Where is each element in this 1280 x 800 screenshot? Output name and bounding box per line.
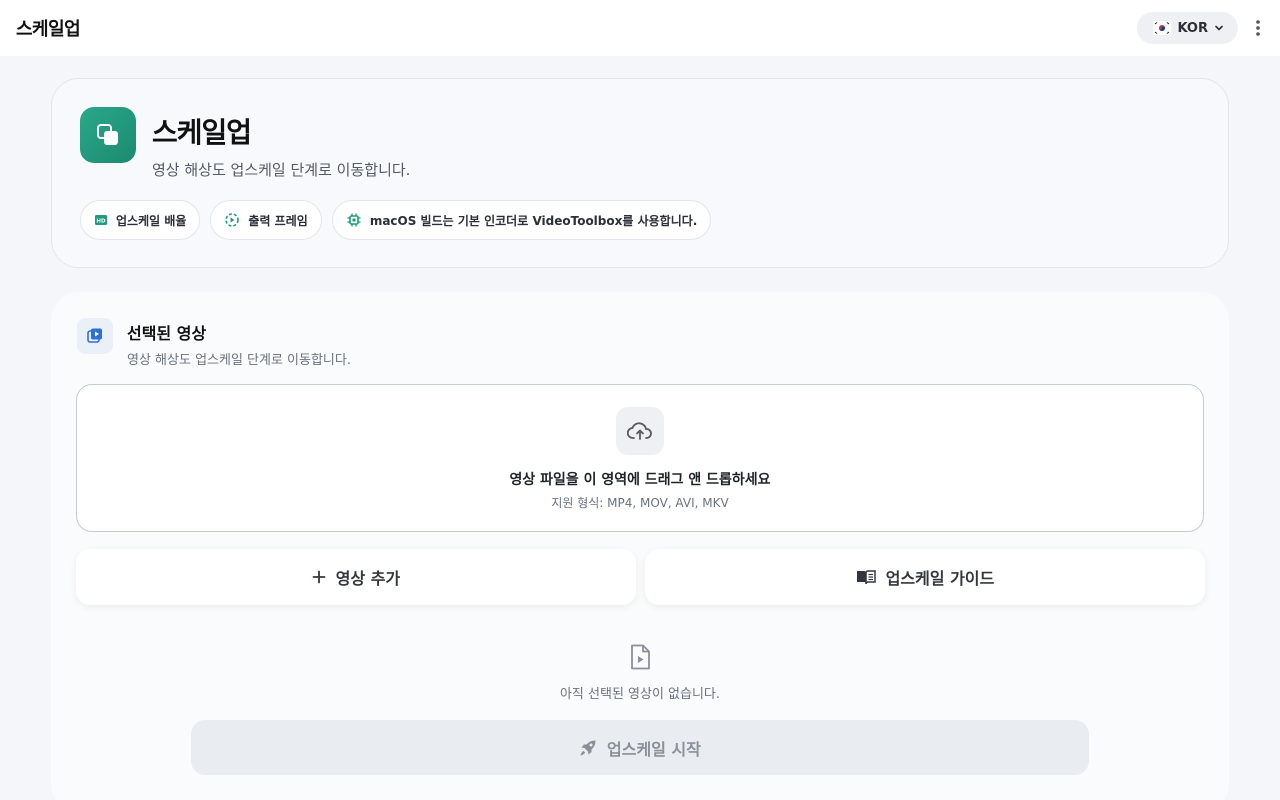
header-card: 스케일업 영상 해상도 업스케일 단계로 이동합니다. HD 업스케일 배율 출… <box>51 78 1229 268</box>
chip-label: 출력 프레임 <box>248 213 308 228</box>
korea-flag-icon <box>1153 21 1172 35</box>
language-selector[interactable]: KOR <box>1137 12 1238 44</box>
more-options-icon[interactable] <box>1248 12 1268 44</box>
chip-label: 업스케일 배율 <box>116 213 187 228</box>
dropzone-instruction: 영상 파일을 이 영역에 드래그 앤 드롭하세요 <box>509 472 771 488</box>
page-title: 스케일업 <box>152 116 252 149</box>
video-library-icon <box>77 318 113 354</box>
supported-formats: 지원 형식: MP4, MOV, AVI, MKV <box>551 496 729 510</box>
cloud-upload-icon <box>616 407 664 455</box>
panel-subtitle: 영상 해상도 업스케일 단계로 이동합니다. <box>127 353 351 368</box>
hd-icon: HD <box>95 215 107 225</box>
add-video-label: 영상 추가 <box>335 569 401 588</box>
add-video-button[interactable]: 영상 추가 <box>76 549 636 605</box>
panel-title: 선택된 영상 <box>127 324 207 343</box>
file-dropzone[interactable]: 영상 파일을 이 영역에 드래그 앤 드롭하세요 지원 형식: MP4, MOV… <box>76 384 1204 532</box>
chip-output-frame[interactable]: 출력 프레임 <box>210 200 322 240</box>
language-label: KOR <box>1177 20 1208 36</box>
app-bar: 스케일업 KOR <box>0 0 1280 56</box>
app-logo-icon <box>80 107 136 163</box>
app-title: 스케일업 <box>16 19 81 40</box>
chip-icon <box>347 213 361 227</box>
chevron-down-icon <box>1215 25 1223 31</box>
empty-file-icon <box>631 644 650 670</box>
chip-encoder-info[interactable]: macOS 빌드는 기본 인코더로 VideoToolbox를 사용합니다. <box>331 200 712 240</box>
book-icon <box>856 570 876 585</box>
app-bar-actions: KOR <box>1137 12 1268 44</box>
chip-upscale-ratio[interactable]: HD 업스케일 배율 <box>80 200 201 240</box>
page-subtitle: 영상 해상도 업스케일 단계로 이동합니다. <box>152 161 411 179</box>
chip-label: macOS 빌드는 기본 인코더로 VideoToolbox를 사용합니다. <box>369 213 698 228</box>
rocket-icon <box>580 740 596 755</box>
empty-state-text: 아직 선택된 영상이 없습니다. <box>559 687 721 702</box>
info-chips: HD 업스케일 배율 출력 프레임 macOS 빌드는 기본 인코더로 Vide… <box>80 200 712 240</box>
svg-text:HD: HD <box>96 219 106 225</box>
frame-rate-icon <box>225 213 240 227</box>
upscale-guide-button[interactable]: 업스케일 가이드 <box>645 549 1205 605</box>
upscale-guide-label: 업스케일 가이드 <box>885 569 995 588</box>
plus-icon <box>312 570 326 584</box>
start-upscale-label: 업스케일 시작 <box>607 739 701 759</box>
start-upscale-button[interactable]: 업스케일 시작 <box>191 720 1089 775</box>
